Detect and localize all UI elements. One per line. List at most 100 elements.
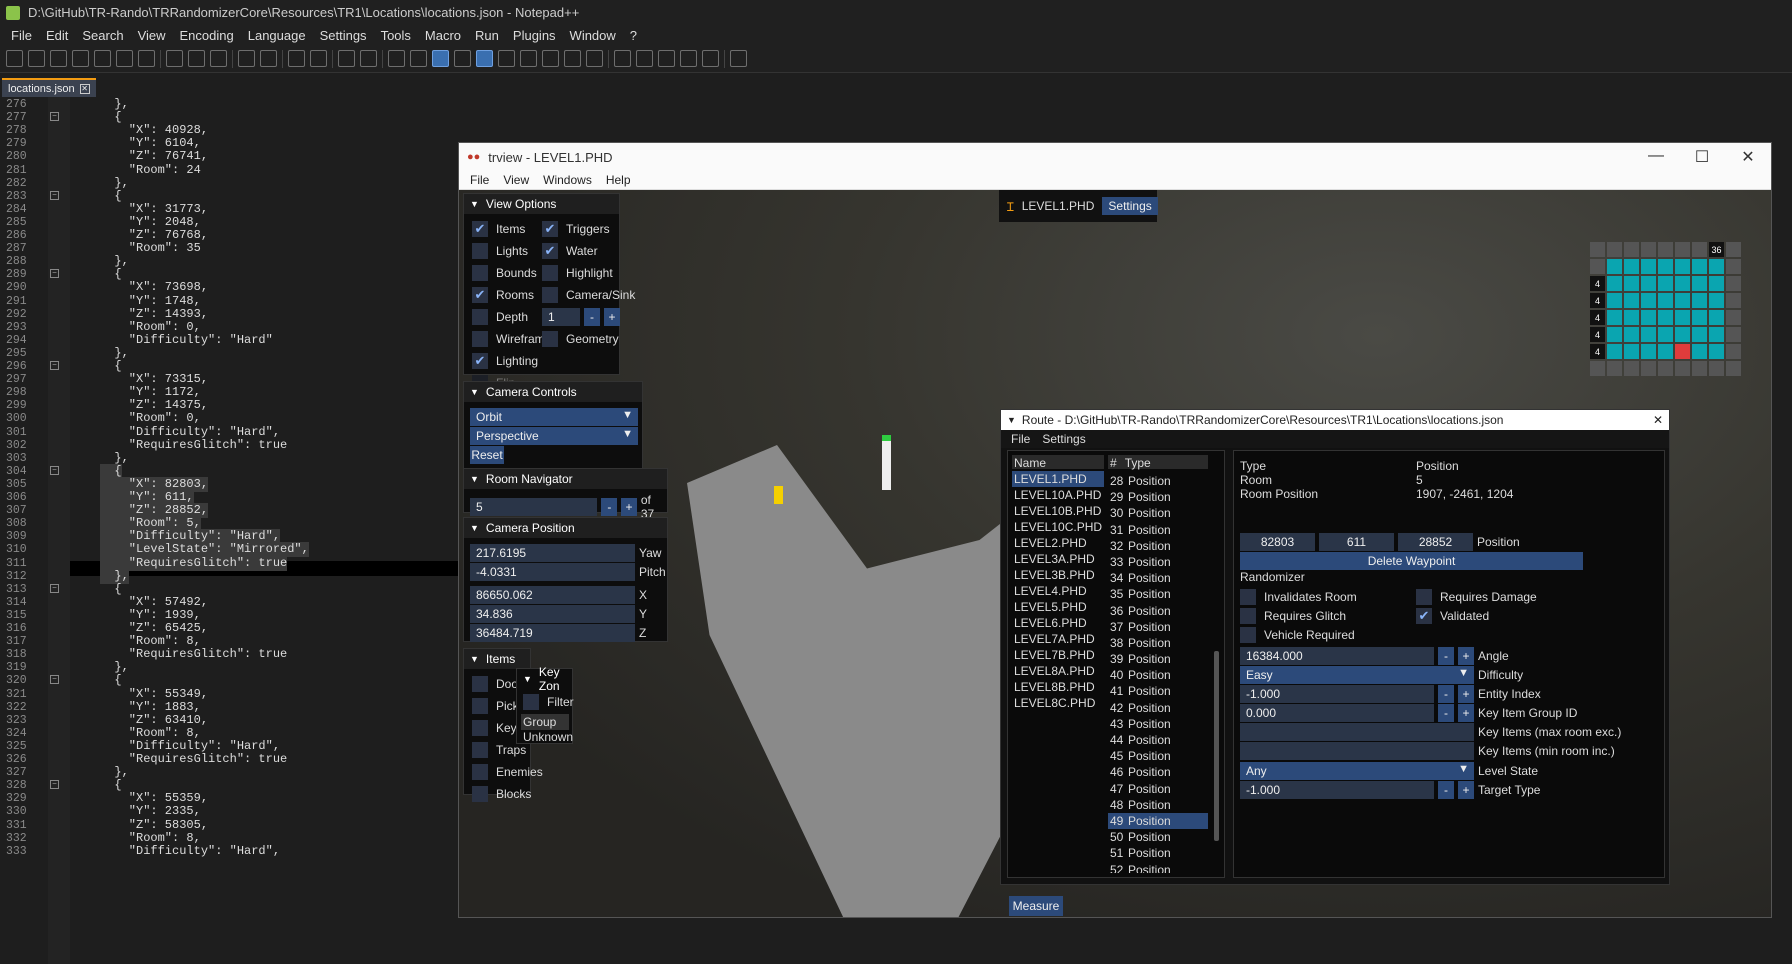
level-list-item[interactable]: LEVEL10B.PHD (1012, 503, 1104, 519)
waypoint-list-item[interactable]: 29 Position (1108, 489, 1208, 505)
paste-icon[interactable] (210, 50, 227, 67)
minimap-cell[interactable] (1607, 293, 1622, 308)
position-z-input[interactable]: 28852 (1398, 533, 1473, 551)
fold-toggle-icon[interactable]: − (50, 112, 59, 122)
depth-input[interactable]: 1 (542, 308, 580, 326)
new-icon[interactable] (6, 50, 23, 67)
level-list-item[interactable]: LEVEL2.PHD (1012, 535, 1104, 551)
waypoint-list-item[interactable]: 46 Position (1108, 764, 1208, 780)
doc-map-icon[interactable] (520, 50, 537, 67)
waypoint-list-item[interactable]: 38 Position (1108, 635, 1208, 651)
level-list-item[interactable]: LEVEL8B.PHD (1012, 679, 1104, 695)
maximize-button[interactable]: ☐ (1679, 147, 1725, 167)
zoom-in-icon[interactable] (338, 50, 355, 67)
menu-item-0[interactable]: File (4, 28, 39, 43)
waypoint-list-item[interactable]: 45 Position (1108, 748, 1208, 764)
highlight-checkbox[interactable]: Highlight (542, 262, 635, 284)
minimap-cell[interactable]: 4 (1590, 276, 1605, 291)
level-list-item[interactable]: LEVEL7B.PHD (1012, 647, 1104, 663)
waypoint-list-item[interactable]: 34 Position (1108, 570, 1208, 586)
minimap-cell[interactable] (1726, 276, 1741, 291)
waypoint-scrollbar[interactable] (1214, 651, 1219, 841)
minimap-cell[interactable] (1692, 327, 1707, 342)
level-list-item[interactable]: LEVEL1.PHD (1012, 471, 1104, 487)
minimap-cell[interactable] (1641, 310, 1656, 325)
yaw-input[interactable]: 217.6195 (470, 544, 635, 562)
minimap-cell[interactable] (1692, 344, 1707, 359)
camera-sink-marker[interactable] (882, 435, 891, 490)
menu-item-11[interactable]: Window (563, 28, 623, 43)
fold-toggle-icon[interactable]: − (50, 269, 59, 279)
menu-item-8[interactable]: Macro (418, 28, 468, 43)
lang-icon[interactable] (498, 50, 515, 67)
keygroup-increment-button[interactable]: + (1458, 704, 1474, 722)
measure-button[interactable]: Measure (1009, 896, 1063, 916)
menu-item-4[interactable]: Encoding (173, 28, 241, 43)
target-decrement-button[interactable]: - (1438, 781, 1454, 799)
minimap-cell[interactable] (1658, 242, 1673, 257)
entity-increment-button[interactable]: + (1458, 685, 1474, 703)
room-number-input[interactable]: 5 (470, 498, 598, 516)
minimap-cell[interactable] (1641, 276, 1656, 291)
waypoint-column-header[interactable]: # Type (1108, 455, 1208, 470)
minimap-cell[interactable] (1709, 276, 1724, 291)
waypoint-list-item[interactable]: 37 Position (1108, 619, 1208, 635)
minimap-cell[interactable] (1675, 344, 1690, 359)
menu-item-7[interactable]: Tools (374, 28, 418, 43)
entity-index-input[interactable]: -1.000 (1240, 685, 1434, 703)
minimap-cell[interactable] (1675, 310, 1690, 325)
copy-icon[interactable] (188, 50, 205, 67)
menu-item-1[interactable]: Edit (39, 28, 75, 43)
minimap-cell[interactable] (1658, 327, 1673, 342)
waypoint-list-item[interactable]: 32 Position (1108, 538, 1208, 554)
minimap-cell[interactable] (1590, 361, 1605, 376)
minimap-cell[interactable] (1641, 327, 1656, 342)
fold-toggle-icon[interactable]: − (50, 675, 59, 685)
camera-mode-dropdown[interactable]: Orbit ▼ (470, 408, 638, 426)
delete-waypoint-button[interactable]: Delete Waypoint (1240, 552, 1583, 570)
minimap-cell[interactable] (1658, 259, 1673, 274)
fold-toggle-icon[interactable]: − (50, 361, 59, 370)
angle-decrement-button[interactable]: - (1438, 647, 1454, 665)
save-icon[interactable] (50, 50, 67, 67)
minimap-cell[interactable] (1675, 293, 1690, 308)
depth-increment-button[interactable]: + (604, 308, 620, 326)
minimap-cell[interactable] (1607, 344, 1622, 359)
indent-guide-icon[interactable] (476, 50, 493, 67)
waypoint-list-item[interactable]: 39 Position (1108, 651, 1208, 667)
minimap-cell[interactable] (1675, 327, 1690, 342)
redo-icon[interactable] (260, 50, 277, 67)
sync-v-icon[interactable] (388, 50, 405, 67)
minimap-cell[interactable] (1726, 293, 1741, 308)
minimap-cell[interactable] (1607, 276, 1622, 291)
close-icon[interactable]: ✕ (1653, 413, 1663, 427)
name-column-header[interactable]: Name (1012, 455, 1104, 470)
trview-menu-item-1[interactable]: View (496, 173, 536, 187)
waypoint-list-item[interactable]: 35 Position (1108, 586, 1208, 602)
minimap-cell[interactable] (1726, 242, 1741, 257)
close-icon[interactable]: ✕ (79, 83, 90, 94)
fold-toggle-icon[interactable]: − (50, 780, 59, 790)
menu-item-10[interactable]: Plugins (506, 28, 563, 43)
minimap-cell[interactable] (1709, 327, 1724, 342)
camera-position-header[interactable]: ▼ Camera Position (464, 518, 667, 538)
wireframe-checkbox[interactable]: Wireframe (472, 328, 551, 350)
lighting-checkbox[interactable]: ✔ Lighting (472, 350, 551, 372)
waypoint-list-item[interactable]: 52 Position (1108, 862, 1208, 874)
minimap-cell[interactable] (1624, 242, 1639, 257)
menu-item-9[interactable]: Run (468, 28, 506, 43)
projection-dropdown[interactable]: Perspective ▼ (470, 427, 638, 445)
waypoint-list-item[interactable]: 30 Position (1108, 505, 1208, 521)
level-list-item[interactable]: LEVEL10C.PHD (1012, 519, 1104, 535)
level-list-item[interactable]: LEVEL6.PHD (1012, 615, 1104, 631)
triggers-checkbox[interactable]: ✔ Triggers (542, 218, 635, 240)
level-list-item[interactable]: LEVEL3B.PHD (1012, 567, 1104, 583)
vehicle-required-checkbox[interactable]: Vehicle Required (1240, 624, 1355, 646)
fold-toggle-icon[interactable]: − (50, 190, 59, 200)
menu-item-3[interactable]: View (131, 28, 173, 43)
geometry-checkbox[interactable]: Geometry (542, 328, 635, 350)
minimap-cell[interactable] (1641, 259, 1656, 274)
waypoint-list-item[interactable]: 41 Position (1108, 683, 1208, 699)
close-icon[interactable] (94, 50, 111, 67)
close-all-icon[interactable] (116, 50, 133, 67)
